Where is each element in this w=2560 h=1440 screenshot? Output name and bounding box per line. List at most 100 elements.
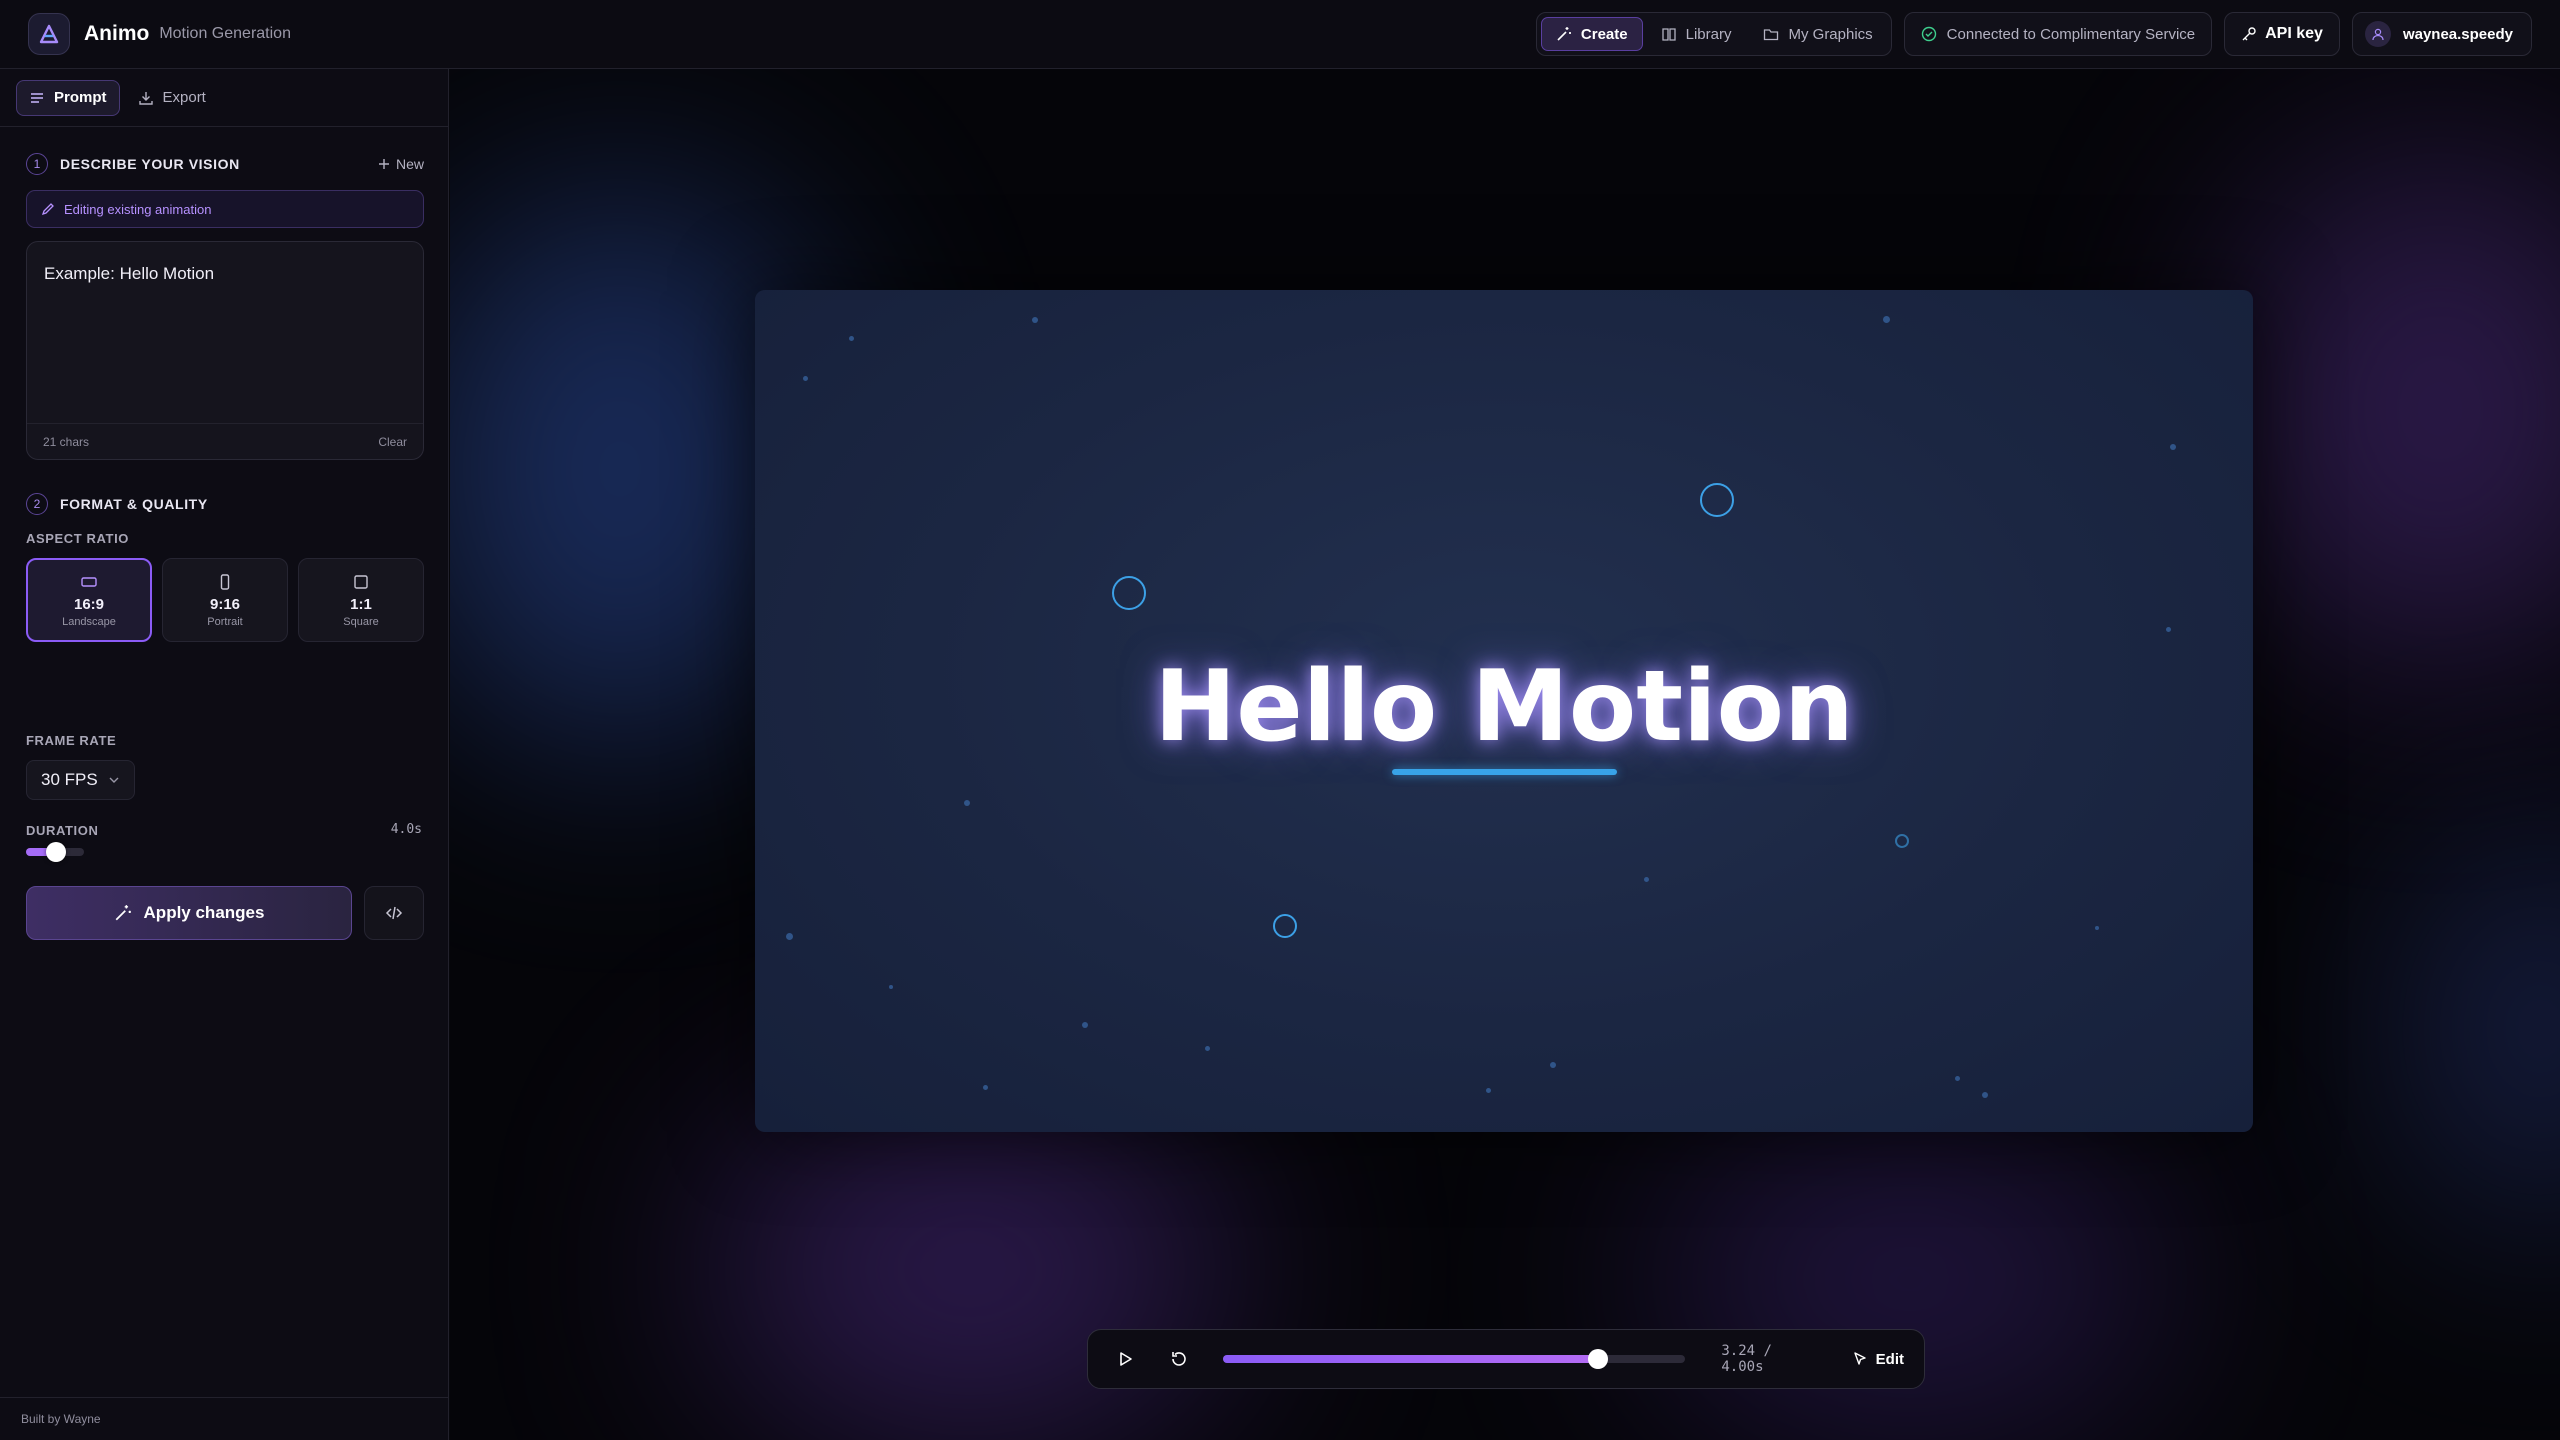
avatar	[2364, 21, 2391, 47]
brand-subtitle: Motion Generation	[159, 25, 291, 42]
duration-slider[interactable]	[26, 842, 84, 862]
headline-text: Hello Motion	[1154, 650, 1854, 764]
particle	[1082, 1022, 1088, 1028]
section-title: DESCRIBE YOUR VISION	[60, 156, 240, 172]
list-icon	[31, 92, 43, 103]
username: waynea.speedy	[2402, 25, 2513, 43]
particle	[1486, 1088, 1491, 1093]
aspect-square-option[interactable]: 1:1 Square	[298, 558, 424, 642]
duration-slider-thumb[interactable]	[46, 842, 67, 862]
timeline-thumb[interactable]	[1587, 1349, 1608, 1369]
sidebar-tabs: Prompt Export	[0, 69, 448, 127]
nav-create[interactable]: Create	[1540, 17, 1643, 51]
square-icon	[354, 574, 368, 589]
section-format-quality: 2 FORMAT & QUALITY	[26, 493, 424, 515]
sidebar: Prompt Export 1 DESCRIBE YOUR VISION New…	[0, 69, 449, 1440]
edit-button[interactable]: Edit	[1852, 1351, 1904, 1368]
particle	[889, 985, 893, 989]
editing-banner: Editing existing animation	[26, 190, 424, 228]
aspect-ratio-options: 16:9 Landscape 9:16 Portrait 1:1 Square	[26, 558, 424, 642]
particle	[2095, 926, 2099, 930]
aspect-landscape-option[interactable]: 16:9 Landscape	[26, 558, 152, 642]
bg-glow	[2230, 149, 2560, 669]
nav-my-graphics[interactable]: My Graphics	[1749, 17, 1886, 51]
particle	[786, 933, 793, 940]
tab-export[interactable]: Export	[126, 80, 218, 116]
particle	[1982, 1092, 1988, 1098]
animation-canvas[interactable]: Hello Motion	[755, 290, 2253, 1132]
api-key-label: API key	[2265, 25, 2323, 42]
app-root: Animo Motion Generation Create Library M…	[0, 0, 2560, 1440]
editing-banner-text: Editing existing animation	[64, 201, 212, 217]
duration-value: 4.0s	[390, 822, 422, 837]
timeline-progress	[1223, 1355, 1598, 1363]
wand-icon	[1557, 27, 1571, 41]
particle	[2166, 627, 2171, 632]
frame-rate-select[interactable]: 30 FPS	[26, 760, 135, 800]
playback-controls: 3.24 / 4.00s Edit	[1087, 1329, 1925, 1389]
aspect-ratio-name: Portrait	[207, 615, 243, 628]
check-circle-icon	[1921, 26, 1936, 42]
particle	[1883, 316, 1890, 323]
aspect-ratio-value: 16:9	[73, 595, 105, 613]
restart-button[interactable]	[1162, 1342, 1196, 1376]
prompt-textarea[interactable]: Example: Hello Motion 21 chars Clear	[26, 241, 424, 460]
particle	[1644, 877, 1649, 882]
section-title: FORMAT & QUALITY	[60, 496, 208, 512]
apply-changes-label: Apply changes	[143, 903, 265, 922]
plus-icon	[378, 159, 389, 169]
new-prompt-button[interactable]: New	[378, 156, 424, 172]
connection-status-text: Connected to Complimentary Service	[1946, 25, 2196, 43]
nav-library-label: Library	[1685, 25, 1732, 43]
duration-label: DURATION	[26, 823, 99, 838]
particle	[1032, 317, 1038, 323]
tab-prompt[interactable]: Prompt	[16, 79, 120, 116]
headline-underline	[1392, 769, 1617, 775]
header-actions: Create Library My Graphics Connected to …	[1535, 12, 2532, 56]
char-count: 21 chars	[43, 434, 90, 449]
view-code-button[interactable]	[364, 886, 424, 940]
restart-icon	[1171, 1352, 1186, 1366]
particle	[803, 376, 808, 381]
step-number: 2	[26, 493, 48, 515]
key-icon	[2242, 27, 2256, 41]
aspect-ratio-name: Landscape	[62, 615, 116, 628]
user-icon	[2372, 28, 2384, 41]
prompt-text[interactable]: Example: Hello Motion	[44, 264, 214, 284]
brand-name: Animo	[84, 22, 150, 45]
animo-logo-icon[interactable]	[28, 13, 70, 55]
aspect-ratio-label: ASPECT RATIO	[26, 531, 130, 546]
tab-export-label: Export	[162, 89, 206, 106]
api-key-button[interactable]: API key	[2224, 12, 2340, 56]
connection-status[interactable]: Connected to Complimentary Service	[1903, 12, 2213, 56]
landscape-icon	[81, 576, 97, 587]
particle	[849, 336, 854, 341]
circle-shape	[1895, 834, 1909, 848]
circle-shape	[1273, 914, 1297, 938]
aspect-portrait-option[interactable]: 9:16 Portrait	[162, 558, 288, 642]
frame-rate-label: FRAME RATE	[26, 733, 117, 748]
apply-changes-button[interactable]: Apply changes	[26, 886, 352, 940]
download-icon	[138, 91, 153, 105]
preview-stage: Hello Motion 3.24 / 4.00s Edit	[450, 69, 2560, 1440]
sidebar-footer: Built by Wayne	[0, 1397, 448, 1440]
particle	[1550, 1062, 1556, 1068]
portrait-icon	[220, 573, 230, 590]
bg-glow	[2410, 829, 2560, 1229]
folder-icon	[1764, 29, 1779, 41]
aspect-ratio-name: Square	[343, 615, 379, 628]
playback-time: 3.24 / 4.00s	[1721, 1343, 1772, 1375]
aspect-ratio-value: 9:16	[209, 595, 241, 613]
particle	[2170, 444, 2176, 450]
user-menu-button[interactable]: waynea.speedy	[2351, 12, 2532, 56]
code-icon	[385, 906, 403, 920]
clear-button[interactable]: Clear	[378, 435, 407, 449]
pencil-icon	[41, 203, 54, 216]
play-button[interactable]	[1108, 1342, 1142, 1376]
timeline-scrubber[interactable]	[1223, 1349, 1686, 1369]
chevron-down-icon	[109, 777, 119, 783]
circle-shape	[1700, 483, 1734, 517]
bg-glow	[1650, 1119, 2170, 1439]
nav-library[interactable]: Library	[1647, 17, 1746, 51]
play-icon	[1120, 1352, 1132, 1366]
